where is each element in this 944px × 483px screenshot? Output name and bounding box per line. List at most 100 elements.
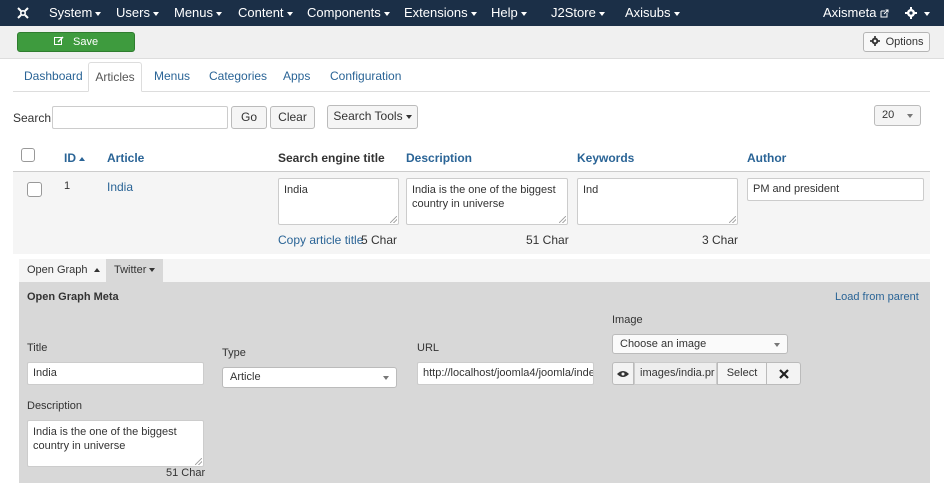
gear-icon [905, 5, 921, 20]
chevron-down-icon [383, 376, 389, 380]
external-link-icon [880, 5, 889, 20]
load-from-parent-link[interactable]: Load from parent [835, 291, 919, 303]
top-navbar: System Users Menus Content Components Ex… [0, 0, 944, 26]
tab-categories[interactable]: Categories [209, 62, 267, 92]
og-description-value: India is the one of the biggest country … [33, 426, 177, 452]
resize-grip-icon [559, 216, 566, 223]
tab-dashboard[interactable]: Dashboard [24, 62, 83, 92]
row-checkbox[interactable] [27, 182, 42, 197]
tab-menus[interactable]: Menus [154, 62, 190, 92]
og-url-input[interactable]: http://localhost/joomla4/joomla/inde [417, 362, 594, 385]
settings-menu[interactable] [905, 0, 930, 26]
search-tools-label: Search Tools [333, 109, 403, 123]
row-id: 1 [64, 180, 71, 192]
menu-components[interactable]: Components [307, 0, 390, 26]
image-select-button[interactable]: Select [717, 362, 767, 385]
clear-image-button[interactable] [766, 362, 801, 385]
caret-up-icon [93, 268, 100, 273]
seo-title-char-count: 5 Char [361, 233, 398, 247]
menu-users[interactable]: Users [116, 0, 159, 26]
save-button[interactable]: Save [17, 32, 135, 52]
seo-title-textarea[interactable]: India [278, 178, 399, 225]
go-button[interactable]: Go [231, 106, 267, 129]
menu-help-label: Help [491, 5, 518, 20]
menu-components-label: Components [307, 5, 381, 20]
tab-twitter-label: Twitter [114, 264, 147, 276]
og-description-char-count: 51 Char [166, 467, 206, 479]
menu-j2store[interactable]: J2Store [551, 0, 605, 26]
menu-axisubs-label: Axisubs [625, 5, 671, 20]
description-textarea[interactable]: India is the one of the biggest country … [406, 178, 568, 225]
menu-help[interactable]: Help [491, 0, 527, 26]
tab-apps[interactable]: Apps [283, 62, 310, 92]
tab-twitter[interactable]: Twitter [106, 259, 164, 282]
search-tools-button[interactable]: Search Tools [327, 105, 418, 129]
tab-open-graph[interactable]: Open Graph [19, 259, 108, 282]
resize-grip-icon [390, 216, 397, 223]
og-image-path-input[interactable]: images/india.pr [634, 362, 717, 385]
keywords-textarea[interactable]: Ind [577, 178, 738, 225]
edit-icon [53, 36, 73, 48]
og-image-select[interactable]: Choose an image [612, 334, 788, 354]
menu-system[interactable]: System [49, 0, 102, 26]
tab-articles[interactable]: Articles [88, 62, 142, 92]
site-link-label: Axismeta [823, 5, 877, 20]
menu-axisubs[interactable]: Axisubs [625, 0, 680, 26]
copy-article-title-link[interactable]: Copy article title [278, 233, 363, 247]
gear-icon [869, 36, 886, 48]
og-description-label: Description [27, 400, 83, 412]
author-input[interactable]: PM and president [747, 178, 924, 201]
search-input[interactable] [52, 106, 228, 129]
open-graph-heading: Open Graph Meta [27, 291, 119, 303]
preview-image-button[interactable] [612, 362, 634, 385]
menu-system-label: System [49, 5, 93, 20]
social-tabbar: Open Graph Twitter [19, 259, 930, 282]
og-title-input[interactable]: India [27, 362, 204, 385]
og-type-select[interactable]: Article [222, 367, 397, 388]
og-type-value: Article [230, 371, 261, 383]
column-header-article[interactable]: Article [107, 151, 144, 165]
list-limit-select[interactable]: 20 [874, 105, 921, 126]
menu-menus-label: Menus [174, 5, 214, 20]
resize-grip-icon [729, 216, 736, 223]
menu-users-label: Users [116, 5, 150, 20]
sort-asc-icon [79, 156, 86, 161]
menu-menus[interactable]: Menus [174, 0, 223, 26]
site-link[interactable]: Axismeta [823, 0, 889, 26]
seo-title-value: India [284, 184, 308, 196]
joomla-logo-icon[interactable] [16, 0, 30, 26]
column-header-id[interactable]: ID [64, 151, 86, 165]
keywords-char-count: 3 Char [702, 233, 739, 247]
options-button-label: Options [885, 36, 924, 48]
menu-extensions[interactable]: Extensions [404, 0, 477, 26]
menu-content[interactable]: Content [238, 0, 293, 26]
resize-grip-icon [195, 458, 202, 465]
og-title-label: Title [27, 342, 48, 354]
column-header-id-label: ID [64, 151, 76, 165]
column-header-author[interactable]: Author [747, 151, 786, 165]
menu-content-label: Content [238, 5, 284, 20]
chevron-down-icon [907, 114, 913, 118]
og-type-label: Type [222, 347, 246, 359]
column-header-keywords[interactable]: Keywords [577, 151, 634, 165]
column-header-description[interactable]: Description [406, 151, 472, 165]
list-limit-value: 20 [882, 109, 895, 121]
toolbar [0, 26, 944, 59]
options-button[interactable]: Options [863, 32, 930, 52]
keywords-value: Ind [583, 184, 599, 196]
section-tabs: Dashboard Articles Menus Categories Apps… [13, 62, 930, 92]
og-description-textarea[interactable]: India is the one of the biggest country … [27, 420, 204, 467]
select-all-checkbox[interactable] [21, 148, 35, 162]
og-image-label: Image [612, 314, 643, 326]
column-header-seo-title: Search engine title [278, 151, 385, 165]
clear-button[interactable]: Clear [270, 106, 315, 129]
tab-open-graph-label: Open Graph [27, 264, 88, 276]
chevron-down-icon [774, 343, 780, 347]
og-url-label: URL [417, 342, 440, 354]
article-title-link[interactable]: India [107, 180, 133, 194]
menu-extensions-label: Extensions [404, 5, 468, 20]
tab-configuration[interactable]: Configuration [330, 62, 401, 92]
og-image-select-value: Choose an image [620, 338, 707, 350]
save-button-label: Save [72, 36, 99, 48]
menu-j2store-label: J2Store [551, 5, 596, 20]
